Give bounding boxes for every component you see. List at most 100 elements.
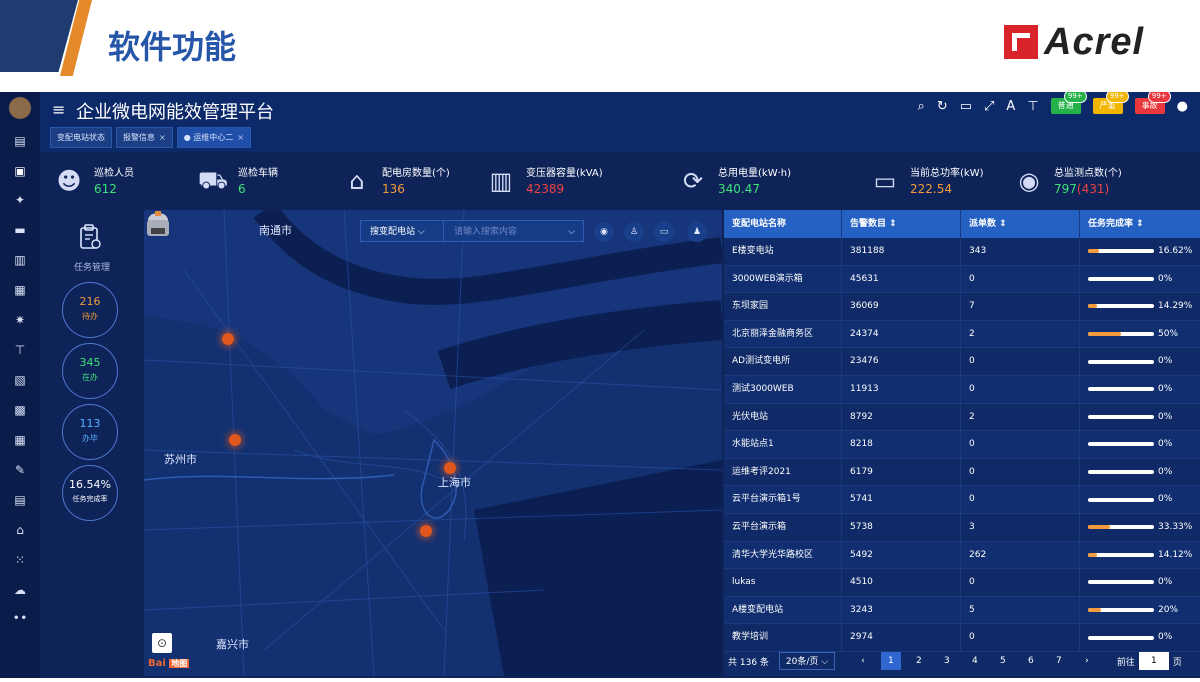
table-icon[interactable]: ▩	[10, 401, 30, 419]
folder-icon[interactable]: ▬	[10, 221, 30, 239]
map-search-input[interactable]: 请输入搜索内容 ⌵	[444, 220, 584, 242]
slide-title: 软件功能	[108, 28, 237, 66]
col-completion-rate[interactable]: 任务完成率 ⇕	[1080, 210, 1200, 238]
alarm-accident-button[interactable]: 事故 99+	[1134, 92, 1171, 114]
tab-ops-center[interactable]: ● 运维中心二 ×	[176, 127, 251, 148]
page-size-select[interactable]: 20条/页 ⌵	[778, 652, 835, 670]
progress-bar	[1088, 525, 1154, 530]
progress-percent: 33.33%	[1158, 521, 1193, 532]
table-row[interactable]: A楼变配电站 3243 5 20%	[724, 596, 1200, 625]
chevron-down-icon: ⌵	[568, 227, 575, 237]
task-done[interactable]: 113 办毕	[62, 404, 118, 460]
report-icon[interactable]: ▧	[10, 371, 30, 389]
cell-alarm-count: 5492	[842, 541, 961, 569]
tower-icon[interactable]: ⊤	[10, 341, 30, 359]
col-alarm-count[interactable]: 告警数目 ⇕	[842, 210, 961, 238]
table-row[interactable]: 东坝家园 36069 7 14.29%	[724, 293, 1200, 321]
cell-alarm-count: 45631	[842, 265, 961, 293]
user-icon[interactable]: ♟	[687, 222, 707, 242]
file-icon[interactable]: ▤	[10, 491, 30, 509]
tab-station-status[interactable]: 变配电站状态	[50, 127, 112, 148]
user-icon[interactable]: ●	[1177, 99, 1188, 114]
station-icon[interactable]	[144, 210, 172, 244]
save-icon[interactable]: ▭	[960, 99, 972, 114]
table-row[interactable]: E楼变电站 381188 343 16.62%	[724, 238, 1200, 266]
table-row[interactable]: lukas 4510 0 0%	[724, 569, 1200, 597]
alarm-severe-button[interactable]: 严重 99+	[1092, 92, 1129, 114]
more-icon[interactable]: ∙∙	[10, 608, 30, 626]
user-avatar[interactable]	[9, 97, 31, 119]
document-icon[interactable]: ▦	[10, 281, 30, 299]
alarm-normal-button[interactable]: 普通 99+	[1050, 92, 1087, 114]
page-button[interactable]: 1	[880, 652, 901, 670]
progress-percent: 0%	[1158, 494, 1173, 505]
table-row[interactable]: 3000WEB演示箱 45631 0 0%	[724, 265, 1200, 294]
locate-icon[interactable]: ⊙	[152, 633, 172, 653]
next-page-button[interactable]: ›	[1077, 652, 1097, 670]
table-row[interactable]: 北京丽泽金融商务区 24374 2 50%	[724, 320, 1200, 349]
table-row[interactable]: 清华大学光华路校区 5492 262 14.12%	[724, 541, 1200, 570]
tab-close-icon[interactable]: ×	[237, 133, 244, 142]
col-order-count[interactable]: 派单数 ⇕	[961, 210, 1080, 238]
station-search-select[interactable]: 搜变配电站 ⌵	[360, 220, 444, 242]
person-icon[interactable]: ♙	[624, 222, 644, 242]
screen-icon[interactable]: ▣	[10, 162, 30, 180]
cell-order-count: 262	[961, 541, 1080, 569]
bar-chart-icon[interactable]: ▥	[10, 251, 30, 269]
progress-bar	[1088, 470, 1154, 475]
goto-page-input[interactable]: 1	[1138, 652, 1169, 670]
table-row[interactable]: 光伏电站 8792 2 0%	[724, 403, 1200, 432]
page-button[interactable]: 7	[1049, 652, 1069, 670]
power-icon[interactable]: ✦	[10, 191, 30, 209]
font-icon[interactable]: A	[1006, 99, 1015, 114]
edit-icon[interactable]: ✎	[10, 461, 30, 479]
home-icon[interactable]: ⌂	[10, 521, 30, 539]
table-row[interactable]: 水能站点1 8218 0 0%	[724, 431, 1200, 459]
cell-completion-rate: 50%	[1080, 321, 1200, 348]
refresh-icon[interactable]: ↻	[937, 99, 948, 114]
page-button[interactable]: 2	[909, 652, 929, 670]
fullscreen-icon[interactable]: ⤢	[984, 99, 994, 114]
progress-bar	[1088, 635, 1154, 640]
map-marker[interactable]	[444, 462, 456, 474]
task-todo[interactable]: 216 待办	[62, 282, 118, 338]
menu-icon[interactable]: ≡	[52, 100, 65, 119]
search-icon[interactable]: ⌕	[918, 99, 925, 114]
progress-bar	[1088, 552, 1154, 557]
prev-page-button[interactable]: ‹	[853, 652, 873, 670]
progress-fill	[1088, 304, 1098, 309]
cell-completion-rate: 0%	[1080, 266, 1200, 293]
eye-icon[interactable]: ◉	[594, 222, 614, 242]
tab-alarm-info[interactable]: 报警信息 ×	[116, 127, 173, 148]
table-row[interactable]: 云平台演示箱 5738 3 33.33%	[724, 513, 1200, 542]
progress-bar	[1088, 304, 1154, 309]
map-marker[interactable]	[222, 333, 234, 345]
apps-icon[interactable]: ⁙	[10, 551, 30, 569]
table-row[interactable]: 云平台演示箱1号 5741 0 0%	[724, 486, 1200, 514]
page-button[interactable]: 5	[993, 652, 1013, 670]
tab-close-icon[interactable]: ×	[159, 133, 166, 142]
globe-pin-icon: ◉	[1018, 167, 1040, 195]
map-marker[interactable]	[420, 525, 432, 537]
page-button[interactable]: 3	[937, 652, 957, 670]
map-marker[interactable]	[229, 434, 241, 446]
grid-icon[interactable]: ▦	[10, 431, 30, 449]
cell-alarm-count: 8792	[842, 403, 961, 431]
shirt-icon[interactable]: ⊤	[1027, 99, 1038, 114]
table-row[interactable]: AD测试变电所 23476 0 0%	[724, 348, 1200, 376]
cell-station-name: E楼变电站	[724, 238, 842, 265]
vehicle-icon[interactable]: ▭	[654, 222, 674, 242]
page-button[interactable]: 6	[1021, 652, 1041, 670]
map-panel[interactable]: 南通市 苏州市 上海市 嘉兴市 搜变配电站 ⌵ 请输入搜索内容 ⌵ ◉ ♙ ▭ ♟…	[144, 210, 722, 676]
cloud-icon[interactable]: ☁	[10, 581, 30, 599]
table-row[interactable]: 测试3000WEB 11913 0 0%	[724, 375, 1200, 404]
cell-order-count: 0	[961, 458, 1080, 486]
progress-bar	[1088, 249, 1154, 254]
table-row[interactable]: 运维考评2021 6179 0 0%	[724, 458, 1200, 487]
cell-order-count: 343	[961, 238, 1080, 265]
monitor-icon[interactable]: ▤	[10, 132, 30, 150]
alarm-icon[interactable]: ✷	[10, 311, 30, 329]
progress-fill	[1088, 552, 1098, 557]
page-button[interactable]: 4	[965, 652, 985, 670]
task-in-progress[interactable]: 345 在办	[62, 343, 118, 399]
